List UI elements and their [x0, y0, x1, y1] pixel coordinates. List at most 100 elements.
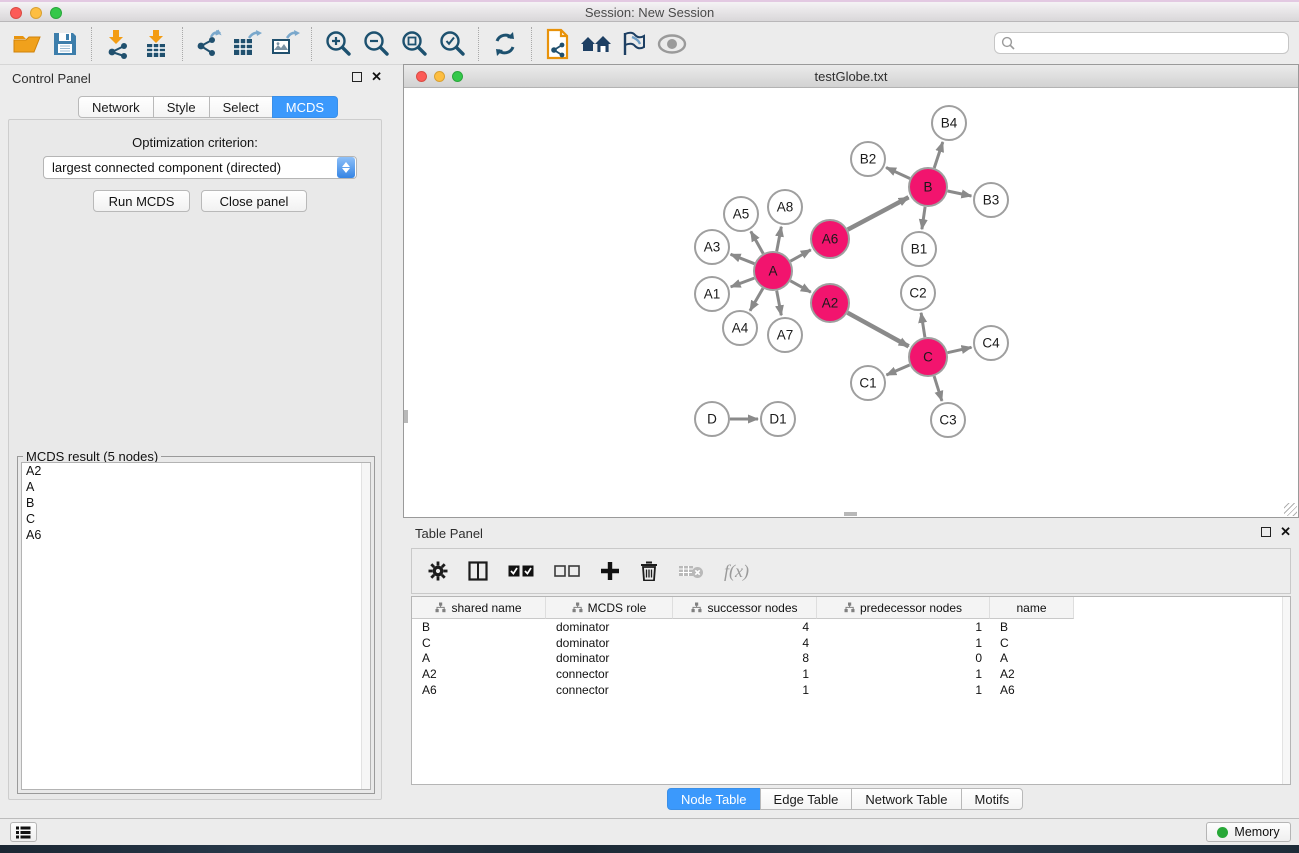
edge-C-C4[interactable]	[948, 347, 972, 352]
node-C4[interactable]: C4	[974, 326, 1008, 360]
node-B3[interactable]: B3	[974, 183, 1008, 217]
save-session-button[interactable]	[46, 27, 84, 61]
table-settings-button[interactable]	[428, 561, 448, 581]
edge-C-C3[interactable]	[934, 376, 942, 401]
edge-B-B3[interactable]	[948, 191, 972, 196]
edge-A-A2[interactable]	[790, 281, 810, 292]
node-D[interactable]: D	[695, 402, 729, 436]
zoom-in-button[interactable]	[319, 27, 357, 61]
import-table-button[interactable]	[137, 27, 175, 61]
column-header-mcds-role[interactable]: MCDS role	[546, 597, 673, 619]
node-A2[interactable]: A2	[811, 284, 849, 322]
zoom-out-button[interactable]	[357, 27, 395, 61]
deselect-all-rows-button[interactable]	[554, 565, 580, 578]
result-item-b[interactable]: B	[22, 495, 370, 511]
tab-motifs[interactable]: Motifs	[961, 788, 1024, 810]
tab-node-table[interactable]: Node Table	[667, 788, 761, 810]
node-D1[interactable]: D1	[761, 402, 795, 436]
table-row-a[interactable]: Adominator80A	[412, 650, 1290, 666]
node-A4[interactable]: A4	[723, 311, 757, 345]
edge-A6-B[interactable]	[848, 197, 909, 229]
h-scroll-thumb[interactable]	[844, 512, 857, 516]
close-panel-icon[interactable]: ✕	[371, 72, 382, 82]
add-row-button[interactable]	[600, 561, 620, 581]
node-B4[interactable]: B4	[932, 106, 966, 140]
edge-A-A6[interactable]	[790, 250, 810, 261]
node-table[interactable]: shared nameMCDS rolesuccessor nodesprede…	[411, 596, 1291, 785]
node-C3[interactable]: C3	[931, 403, 965, 437]
close-table-panel-icon[interactable]: ✕	[1280, 527, 1291, 537]
network-from-file-button[interactable]	[539, 27, 577, 61]
zoom-fit-button[interactable]	[395, 27, 433, 61]
select-all-rows-button[interactable]	[508, 565, 534, 578]
float-table-panel-icon[interactable]	[1261, 527, 1271, 537]
edge-C-C1[interactable]	[886, 365, 909, 375]
graphics-details-button[interactable]	[615, 27, 653, 61]
export-image-button[interactable]	[266, 27, 304, 61]
node-B1[interactable]: B1	[902, 232, 936, 266]
node-A6[interactable]: A6	[811, 220, 849, 258]
node-A1[interactable]: A1	[695, 277, 729, 311]
result-item-a6[interactable]: A6	[22, 527, 370, 543]
table-row-a6[interactable]: A6connector11A6	[412, 682, 1290, 698]
node-A3[interactable]: A3	[695, 230, 729, 264]
node-A5[interactable]: A5	[724, 197, 758, 231]
result-scrollbar[interactable]	[361, 463, 370, 789]
network-canvas[interactable]: B4B2BB3A8A5A6A3B1AC2A1A2A4A7C4CC1DD1C3	[404, 89, 1298, 517]
level-of-detail-button[interactable]	[653, 27, 691, 61]
tab-network-table[interactable]: Network Table	[851, 788, 961, 810]
edge-B-B2[interactable]	[886, 168, 910, 179]
result-item-a[interactable]: A	[22, 479, 370, 495]
edge-A-A4[interactable]	[750, 288, 763, 310]
run-mcds-button[interactable]: Run MCDS	[93, 190, 190, 212]
show-columns-button[interactable]	[468, 561, 488, 581]
memory-button[interactable]: Memory	[1206, 822, 1291, 842]
tab-mcds[interactable]: MCDS	[272, 96, 338, 118]
function-builder-button[interactable]: f(x)	[724, 561, 749, 582]
close-panel-button[interactable]: Close panel	[201, 190, 307, 212]
table-row-c[interactable]: Cdominator41C	[412, 635, 1290, 651]
node-C2[interactable]: C2	[901, 276, 935, 310]
search-input[interactable]	[1015, 36, 1282, 50]
import-network-button[interactable]	[99, 27, 137, 61]
node-A7[interactable]: A7	[768, 318, 802, 352]
mcds-result-list[interactable]: A2ABCA6	[21, 462, 371, 790]
open-session-button[interactable]	[8, 27, 46, 61]
edge-A-A5[interactable]	[751, 231, 763, 253]
edge-A-A7[interactable]	[777, 291, 782, 316]
table-row-b[interactable]: Bdominator41B	[412, 619, 1290, 635]
tab-edge-table[interactable]: Edge Table	[760, 788, 853, 810]
zoom-selected-button[interactable]	[433, 27, 471, 61]
table-row-a2[interactable]: A2connector11A2	[412, 666, 1290, 682]
node-A[interactable]: A	[754, 252, 792, 290]
float-panel-icon[interactable]	[352, 72, 362, 82]
edge-B-B1[interactable]	[922, 207, 925, 229]
export-network-button[interactable]	[190, 27, 228, 61]
edge-B-B4[interactable]	[934, 142, 943, 168]
tab-style[interactable]: Style	[153, 96, 210, 118]
column-header-successor-nodes[interactable]: successor nodes	[673, 597, 817, 619]
resize-grip[interactable]	[1284, 503, 1297, 516]
v-scroll-thumb[interactable]	[404, 410, 408, 423]
edge-A-A8[interactable]	[777, 227, 782, 252]
console-tasks-button[interactable]	[10, 822, 37, 842]
column-header-name[interactable]: name	[990, 597, 1074, 619]
table-scrollbar[interactable]	[1282, 597, 1290, 784]
node-C[interactable]: C	[909, 338, 947, 376]
node-B[interactable]: B	[909, 168, 947, 206]
export-table-button[interactable]	[228, 27, 266, 61]
network-graph[interactable]: B4B2BB3A8A5A6A3B1AC2A1A2A4A7C4CC1DD1C3	[404, 89, 1298, 517]
node-A8[interactable]: A8	[768, 190, 802, 224]
edge-C-C2[interactable]	[921, 313, 925, 337]
edge-A-A1[interactable]	[731, 278, 755, 287]
result-item-c[interactable]: C	[22, 511, 370, 527]
tab-select[interactable]: Select	[209, 96, 273, 118]
delete-table-button[interactable]	[678, 563, 704, 579]
node-C1[interactable]: C1	[851, 366, 885, 400]
edge-A2-C[interactable]	[848, 313, 909, 347]
criterion-dropdown[interactable]: largest connected component (directed)	[43, 156, 357, 179]
delete-row-button[interactable]	[640, 561, 658, 581]
edge-A-A3[interactable]	[731, 254, 755, 263]
column-header-shared-name[interactable]: shared name	[412, 597, 546, 619]
result-item-a2[interactable]: A2	[22, 463, 370, 479]
